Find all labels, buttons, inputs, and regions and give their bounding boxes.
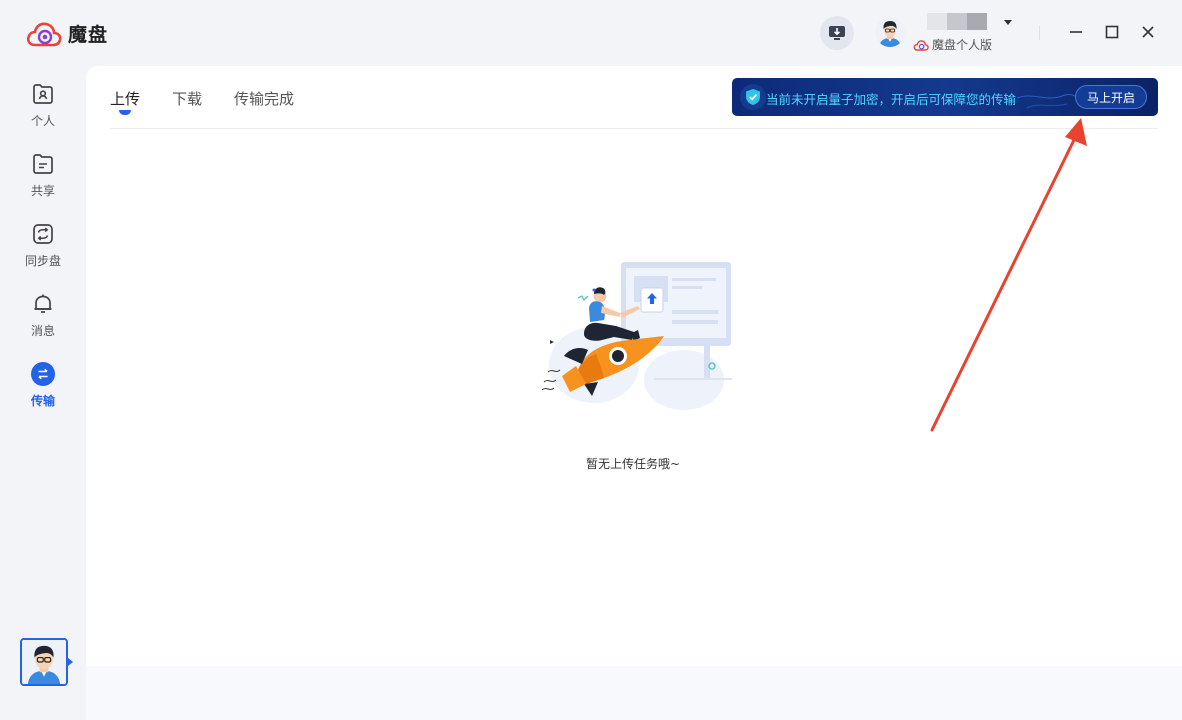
sidebar-item-sync[interactable]: 同步盘 [0, 221, 86, 281]
personal-folder-icon [30, 81, 56, 107]
sidebar-item-label: 传输 [30, 394, 55, 408]
active-tab-indicator [119, 110, 131, 115]
minimize-icon [1070, 31, 1082, 33]
user-menu-caret-icon[interactable] [1004, 20, 1012, 25]
profile-avatar-button[interactable] [20, 638, 68, 686]
banner-circuit-decoration [1017, 93, 1077, 109]
user-plan-label: 魔盘个人版 [932, 38, 993, 52]
main-panel: 上传 下载 传输完成 当前未开启量子加密，开启后可保障您的传输 马上开启 暂无上… [86, 66, 1182, 720]
download-monitor-icon [829, 26, 845, 40]
empty-state-message: 暂无上传任务哦~ [585, 457, 681, 471]
main-footer [86, 666, 1182, 720]
sync-icon [30, 221, 56, 247]
maximize-icon [1105, 25, 1119, 39]
empty-upload-illustration [534, 260, 740, 436]
transfer-tabs: 上传 下载 传输完成 [110, 88, 326, 112]
tab-completed[interactable]: 传输完成 [234, 88, 294, 112]
enable-encryption-button[interactable]: 马上开启 [1075, 85, 1147, 109]
sidebar-item-personal[interactable]: 个人 [0, 81, 86, 141]
sidebar: 个人 共享 同步盘 消息 传输 [0, 66, 86, 720]
tab-upload[interactable]: 上传 [110, 88, 140, 112]
avatar-man-icon [875, 17, 905, 47]
rocket-upload-illustration [541, 262, 732, 410]
shared-folder-icon [30, 151, 56, 177]
user-avatar[interactable] [875, 17, 905, 47]
username-redacted [927, 13, 987, 30]
app-logo: 魔盘 [26, 20, 108, 47]
avatar-expand-arrow-icon[interactable] [68, 658, 73, 666]
tab-download[interactable]: 下载 [172, 88, 202, 112]
tabs-divider [110, 128, 1158, 129]
bell-icon [30, 291, 56, 317]
sidebar-item-transfer[interactable]: 传输 [0, 361, 86, 421]
minimize-button[interactable] [1066, 22, 1086, 42]
close-button[interactable] [1138, 22, 1158, 42]
maximize-button[interactable] [1102, 22, 1122, 42]
plan-cloud-icon [913, 39, 929, 51]
sidebar-item-messages[interactable]: 消息 [0, 291, 86, 351]
title-bar: 魔盘 魔盘个人版 [0, 0, 1182, 66]
transfer-icon [30, 361, 56, 387]
user-plan: 魔盘个人版 [913, 36, 992, 53]
sidebar-item-label: 同步盘 [24, 254, 61, 268]
close-icon [1142, 26, 1154, 38]
quantum-encryption-banner: 当前未开启量子加密，开启后可保障您的传输 马上开启 [732, 78, 1158, 116]
banner-message: 当前未开启量子加密，开启后可保障您的传输 [766, 92, 1017, 107]
app-name: 魔盘 [68, 24, 109, 46]
titlebar-divider [1039, 26, 1040, 40]
shield-check-icon [740, 84, 766, 110]
sidebar-item-label: 共享 [30, 184, 55, 198]
download-manager-button[interactable] [820, 16, 854, 50]
sidebar-item-shared[interactable]: 共享 [0, 151, 86, 211]
sidebar-item-label: 个人 [30, 114, 55, 128]
avatar-man-icon [22, 640, 66, 684]
sidebar-item-label: 消息 [30, 324, 55, 338]
cloud-logo-icon [26, 22, 62, 46]
